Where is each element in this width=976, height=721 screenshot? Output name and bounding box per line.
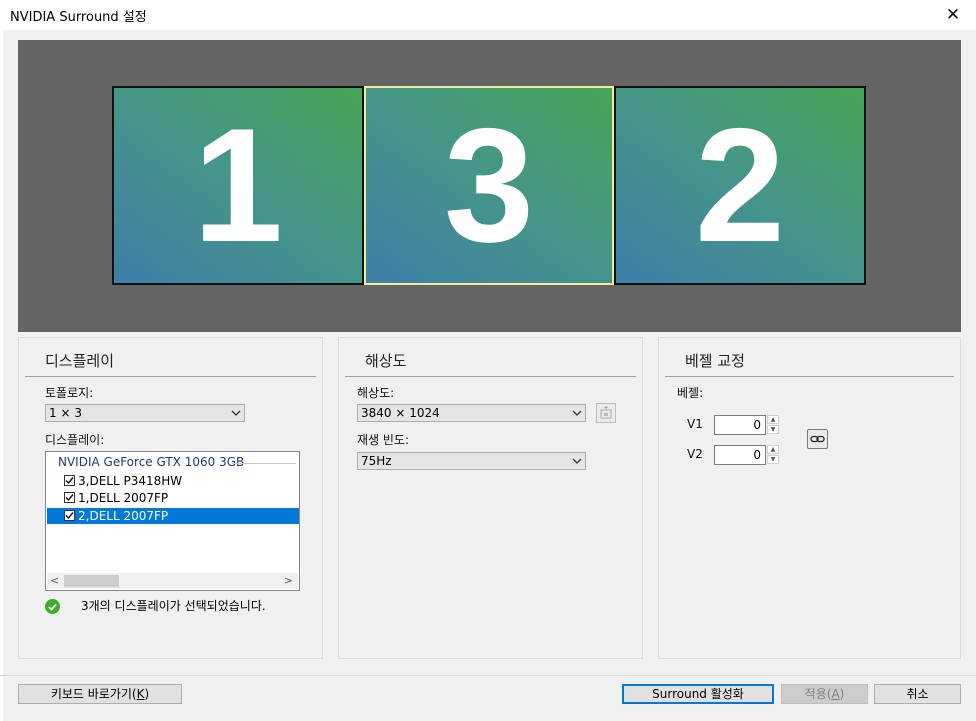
v1-spinner[interactable]: ▲ ▼ (767, 415, 779, 435)
custom-resolution-icon (596, 403, 616, 423)
display-checkbox[interactable] (64, 492, 75, 503)
keyboard-shortcuts-accesskey: K (136, 687, 145, 701)
spin-down-icon[interactable]: ▼ (767, 425, 779, 434)
close-button[interactable]: ✕ (930, 0, 976, 30)
chevron-down-icon (572, 406, 582, 420)
keyboard-shortcuts-label: 키보드 바로가기 (50, 687, 132, 701)
display-list-item[interactable]: 2,DELL 2007FP (47, 508, 299, 524)
display-name: 2,DELL 2007FP (78, 509, 169, 523)
display-list-item[interactable]: 3,DELL P3418HW (47, 473, 299, 489)
monitor-tile-1[interactable]: 1 (112, 86, 364, 285)
window-left-edge (0, 30, 3, 721)
spin-down-icon[interactable]: ▼ (767, 455, 779, 464)
resolution-select[interactable]: 3840 × 1024 (357, 404, 586, 422)
v2-spinner[interactable]: ▲ ▼ (767, 445, 779, 465)
resolution-label: 해상도: (357, 386, 395, 400)
topology-label: 토폴로지: (45, 386, 94, 400)
display-checkbox[interactable] (64, 475, 75, 486)
display-checkbox[interactable] (64, 510, 75, 521)
scrollbar-thumb[interactable] (64, 575, 119, 587)
divider (345, 376, 636, 377)
display-panel-heading: 디스플레이 (45, 352, 115, 370)
link-bezel-button[interactable] (807, 429, 828, 449)
horizontal-scrollbar[interactable]: < > (47, 573, 298, 589)
v2-label: V2 (687, 447, 703, 461)
spin-up-icon[interactable]: ▲ (767, 415, 779, 424)
monitor-number: 1 (192, 94, 284, 276)
display-panel: 디스플레이 토폴로지: 1 × 3 디스플레이: NVIDIA GeForce … (18, 337, 323, 659)
title-bar: NVIDIA Surround 설정 ✕ (0, 0, 976, 30)
display-list-item[interactable]: 1,DELL 2007FP (47, 490, 299, 506)
apply-button[interactable]: 적용(A) (781, 684, 868, 704)
apply-label: 적용 (804, 687, 827, 701)
display-list[interactable]: NVIDIA GeForce GTX 1060 3GB 3,DELL P3418… (45, 451, 300, 591)
v1-input[interactable]: 0 (714, 415, 766, 435)
divider (232, 463, 296, 464)
refresh-rate-label: 재생 빈도: (357, 433, 410, 447)
enable-surround-button[interactable]: Surround 활성화 (622, 684, 774, 704)
resolution-panel: 해상도 해상도: 3840 × 1024 재생 빈도: 75Hz (338, 337, 643, 659)
monitor-number: 3 (443, 94, 535, 276)
resolution-value: 3840 × 1024 (361, 406, 440, 420)
refresh-rate-select[interactable]: 75Hz (357, 452, 586, 470)
gpu-group-header: NVIDIA GeForce GTX 1060 3GB (58, 455, 245, 469)
chain-link-icon (810, 435, 825, 443)
display-name: 3,DELL P3418HW (78, 474, 183, 488)
selection-status: 3개의 디스플레이가 선택되었습니다. (81, 599, 266, 613)
monitor-number: 2 (694, 94, 786, 276)
display-name: 1,DELL 2007FP (78, 491, 169, 505)
apply-accesskey: A (831, 687, 840, 701)
spin-up-icon[interactable]: ▲ (767, 445, 779, 454)
divider (0, 675, 976, 676)
chevron-down-icon (572, 454, 582, 468)
chevron-right-icon[interactable]: > (284, 574, 293, 587)
check-circle-icon (45, 599, 60, 614)
displays-label: 디스플레이: (45, 433, 105, 447)
bezel-label: 베젤: (677, 386, 704, 400)
divider (665, 376, 954, 377)
surround-preview: 1 3 2 (18, 40, 961, 332)
monitor-tile-2[interactable]: 2 (614, 86, 866, 285)
cancel-button[interactable]: 취소 (874, 684, 961, 704)
chevron-left-icon[interactable]: < (50, 574, 59, 587)
v1-label: V1 (687, 417, 703, 431)
topology-value: 1 × 3 (49, 406, 82, 420)
topology-select[interactable]: 1 × 3 (45, 404, 245, 422)
divider (25, 376, 316, 377)
resolution-panel-heading: 해상도 (365, 352, 407, 370)
bezel-panel-heading: 베젤 교정 (685, 352, 745, 370)
monitor-tile-3[interactable]: 3 (364, 86, 614, 285)
refresh-rate-value: 75Hz (361, 454, 392, 468)
window-title: NVIDIA Surround 설정 (10, 10, 147, 25)
chevron-down-icon (231, 406, 241, 420)
keyboard-shortcuts-button[interactable]: 키보드 바로가기(K) (18, 684, 182, 704)
bezel-panel: 베젤 교정 베젤: V1 0 ▲ ▼ V2 0 ▲ ▼ (658, 337, 961, 659)
close-icon: ✕ (945, 5, 961, 25)
v2-input[interactable]: 0 (714, 445, 766, 465)
